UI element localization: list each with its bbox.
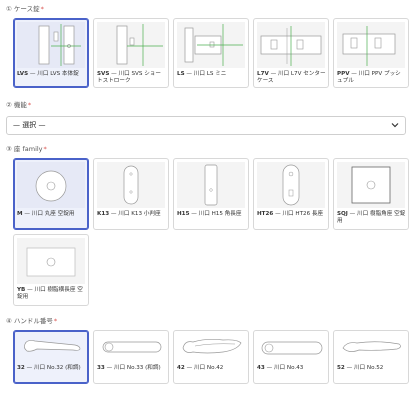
base-ht26-drawing	[282, 164, 300, 206]
section-base-label: ③ 座 family*	[6, 145, 47, 153]
case-l7v-drawing	[260, 26, 322, 66]
base-option-h15[interactable]: H15 — 川口 H15 角長座	[173, 158, 249, 230]
base-option-ht26[interactable]: HT26 — 川口 HT26 長座	[253, 158, 329, 230]
handle-42-drawing	[182, 338, 242, 354]
case-lvs-image	[17, 22, 85, 68]
case-ls-image	[177, 22, 245, 68]
handle-32-caption: 32 — 川口 No.32 (和調)	[17, 365, 81, 371]
handle-52-image	[337, 334, 405, 362]
case-ppv-caption: PPV — 川口 PPV プッシュプル	[337, 71, 401, 84]
section-function-title: ② 機能	[6, 101, 27, 109]
handle-33-image	[97, 334, 165, 362]
case-option-l7v[interactable]: L7V — 川口 L7V センターケース	[253, 18, 329, 88]
handle-42-caption: 42 — 川口 No.42	[177, 365, 224, 371]
base-sqj-image	[337, 162, 405, 208]
base-yb-image	[17, 238, 85, 284]
case-option-svs[interactable]: SVS — 川口 SVS ショートストローク	[93, 18, 169, 88]
base-sqj-caption: SQJ — 川口 樹脂角座 空錠用	[337, 211, 406, 224]
chevron-down-icon	[391, 123, 399, 128]
case-ppv-drawing	[342, 26, 396, 66]
function-select[interactable]: — 選択 —	[6, 116, 406, 135]
base-m-caption: M — 川口 丸座 空錠用	[17, 211, 75, 217]
base-option-m[interactable]: M — 川口 丸座 空錠用	[13, 158, 89, 230]
case-option-lvs[interactable]: LVS — 川口 LVS 本体錠	[13, 18, 89, 88]
section-function-label: ② 機能*	[6, 101, 31, 109]
base-yb-caption: YB — 川口 樹脂横長座 空錠用	[17, 287, 83, 300]
section-handle-title: ④ ハンドル番号	[6, 317, 53, 325]
base-k13-image	[97, 162, 165, 208]
handle-32-image	[17, 334, 85, 362]
section-handle-label: ④ ハンドル番号*	[6, 317, 57, 325]
case-option-ppv[interactable]: PPV — 川口 PPV プッシュプル	[333, 18, 409, 88]
base-yb-drawing	[26, 247, 76, 277]
case-lvs-caption: LVS — 川口 LVS 本体錠	[17, 71, 79, 77]
base-h15-drawing	[204, 164, 218, 206]
base-ht26-caption: HT26 — 川口 HT26 長座	[257, 211, 324, 217]
handle-42-image	[177, 334, 245, 362]
base-h15-image	[177, 162, 245, 208]
handle-43-image	[257, 334, 325, 362]
case-option-ls[interactable]: LS — 川口 LS ミニ	[173, 18, 249, 88]
case-lvs-drawing	[38, 24, 81, 66]
handle-33-drawing	[102, 341, 162, 353]
base-option-sqj[interactable]: SQJ — 川口 樹脂角座 空錠用	[333, 158, 409, 230]
handle-option-43[interactable]: 43 — 川口 No.43	[253, 330, 329, 384]
case-svs-caption: SVS — 川口 SVS ショートストローク	[97, 71, 161, 84]
section-case-label: ① ケース錠*	[6, 5, 44, 13]
handle-43-caption: 43 — 川口 No.43	[257, 365, 304, 371]
required-mark: *	[27, 101, 32, 109]
section-case-title: ① ケース錠	[6, 5, 40, 13]
function-select-value: — 選択 —	[13, 121, 46, 129]
base-m-drawing	[35, 170, 67, 202]
case-ppv-image	[337, 22, 405, 68]
base-m-image	[17, 162, 85, 208]
handle-52-caption: 52 — 川口 No.52	[337, 365, 384, 371]
base-option-yb[interactable]: YB — 川口 樹脂横長座 空錠用	[13, 234, 89, 306]
handle-52-drawing	[342, 341, 401, 352]
case-ls-caption: LS — 川口 LS ミニ	[177, 71, 227, 77]
handle-option-32[interactable]: 32 — 川口 No.32 (和調)	[13, 330, 89, 384]
case-l7v-caption: L7V — 川口 L7V センターケース	[257, 71, 326, 84]
base-ht26-image	[257, 162, 325, 208]
handle-33-caption: 33 — 川口 No.33 (和調)	[97, 365, 161, 371]
handle-32-drawing	[23, 340, 81, 352]
required-mark: *	[43, 145, 47, 153]
required-mark: *	[53, 317, 58, 325]
case-l7v-image	[257, 22, 325, 68]
case-svs-image	[97, 22, 165, 68]
base-k13-drawing	[123, 165, 139, 205]
case-ls-drawing	[184, 24, 243, 66]
section-base-title: ③ 座 family	[6, 145, 43, 153]
handle-option-33[interactable]: 33 — 川口 No.33 (和調)	[93, 330, 169, 384]
base-option-k13[interactable]: K13 — 川口 K13 小判座	[93, 158, 169, 230]
handle-option-52[interactable]: 52 — 川口 No.52	[333, 330, 409, 384]
base-sqj-drawing	[351, 166, 391, 204]
base-h15-caption: H15 — 川口 H15 角長座	[177, 211, 242, 217]
handle-43-drawing	[261, 341, 323, 355]
case-svs-drawing	[116, 24, 163, 66]
handle-option-42[interactable]: 42 — 川口 No.42	[173, 330, 249, 384]
base-k13-caption: K13 — 川口 K13 小判座	[97, 211, 161, 217]
required-mark: *	[40, 5, 44, 13]
